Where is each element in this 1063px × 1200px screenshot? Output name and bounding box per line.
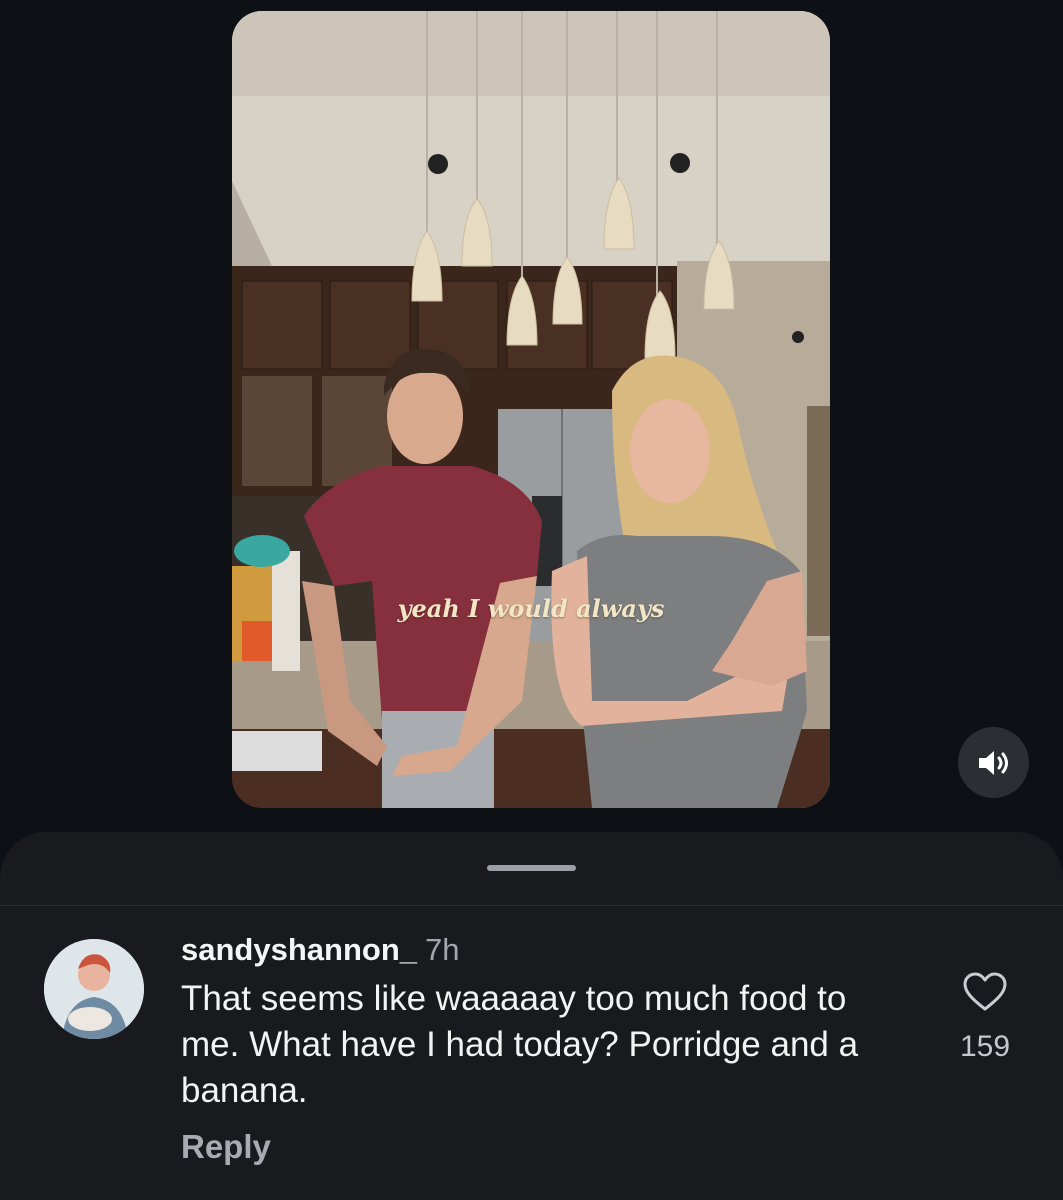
like-count: 159 <box>959 1030 1011 1063</box>
video-frame <box>232 11 830 808</box>
comment-time: 7h <box>425 932 460 967</box>
reply-button[interactable]: Reply <box>181 1128 911 1166</box>
comments-sheet: sandyshannon_ 7h That seems like waaaaay … <box>0 832 1063 1200</box>
comment-meta: sandyshannon_ 7h <box>181 930 911 970</box>
video-player[interactable]: yeah I would always <box>232 11 830 808</box>
comment: sandyshannon_ 7h That seems like waaaaay … <box>181 930 911 1166</box>
divider <box>0 905 1063 906</box>
avatar-image <box>44 939 144 1039</box>
sheet-drag-handle[interactable] <box>487 865 576 871</box>
video-caption: yeah I would always <box>397 594 665 623</box>
comment-text: That seems like waaaaay too much food to… <box>181 979 859 1110</box>
like-control: 159 <box>952 972 1018 1064</box>
speaker-icon <box>978 750 1008 775</box>
sound-toggle-button[interactable] <box>958 727 1029 798</box>
heart-outline-icon[interactable] <box>962 972 1008 1012</box>
comment-username[interactable]: sandyshannon_ <box>181 932 417 967</box>
avatar[interactable] <box>44 939 144 1039</box>
